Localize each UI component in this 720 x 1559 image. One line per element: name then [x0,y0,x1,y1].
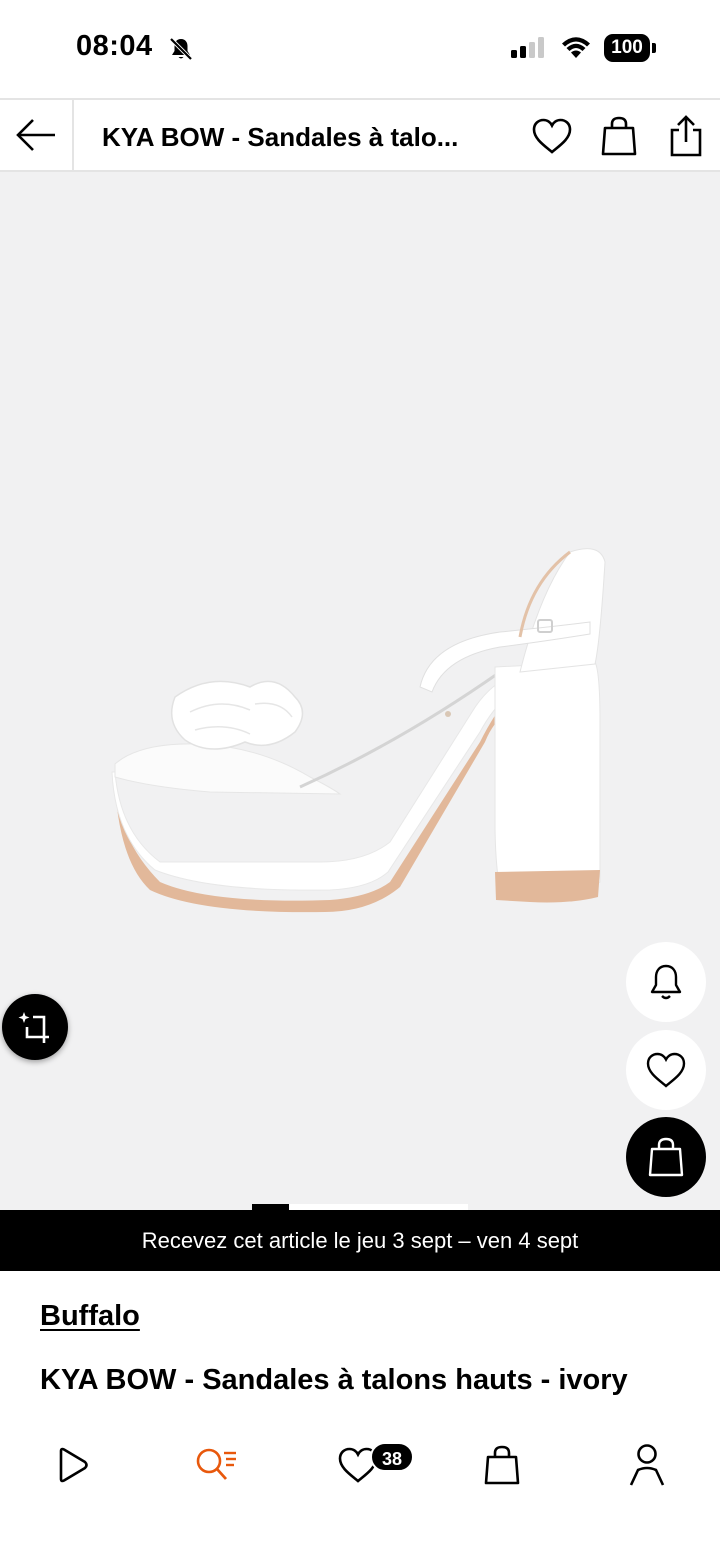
search-list-icon [196,1448,236,1480]
bell-icon [650,964,682,1000]
nav-discover[interactable] [42,1440,102,1490]
heart-icon [646,1052,686,1088]
battery-indicator: 100 [604,34,656,62]
wishlist-count-badge: 38 [370,1442,414,1472]
status-bar: 08:04 100 [0,0,720,98]
arrow-left-icon [16,119,55,151]
battery-level: 100 [604,34,650,62]
nav-bag[interactable] [472,1440,532,1490]
product-name-container: KYA BOW - Sandales à talons hauts - ivor… [40,1360,680,1418]
stock-alert-button[interactable] [626,942,706,1022]
user-icon [629,1444,665,1486]
status-time: 08:04 [76,30,153,62]
sparkle-crop-icon [18,1012,49,1043]
brand-link[interactable]: Buffalo [40,1300,140,1333]
product-name: KYA BOW - Sandales à talons hauts - ivor… [40,1364,628,1396]
cellular-signal-icon [511,37,544,58]
bell-off-icon [169,37,193,61]
nav-search[interactable] [186,1440,246,1490]
product-image-gallery[interactable] [0,172,720,1210]
add-to-wishlist-button[interactable] [626,1030,706,1110]
back-button[interactable] [0,100,74,170]
similar-items-button[interactable] [2,994,68,1060]
wifi-icon [562,37,590,58]
share-icon [670,115,702,157]
shopping-bag-icon [601,116,637,156]
delivery-estimate-banner: Recevez cet article le jeu 3 sept – ven … [0,1210,720,1271]
share-button[interactable] [664,114,708,158]
add-to-bag-button[interactable] [626,1117,706,1197]
shopping-bag-icon [484,1445,520,1485]
play-icon [59,1447,88,1483]
battery-tip [652,43,656,53]
page-title: KYA BOW - Sandales à talo... [102,122,459,152]
header-bag-button[interactable] [597,114,641,158]
bottom-navigation: 38 [0,1420,720,1559]
shopping-bag-icon [648,1137,684,1177]
header-wishlist-button[interactable] [530,114,574,158]
top-app-bar: KYA BOW - Sandales à talo... [0,98,720,172]
sandal-image [111,548,606,913]
nav-account[interactable] [617,1440,677,1490]
heart-icon [532,118,572,154]
